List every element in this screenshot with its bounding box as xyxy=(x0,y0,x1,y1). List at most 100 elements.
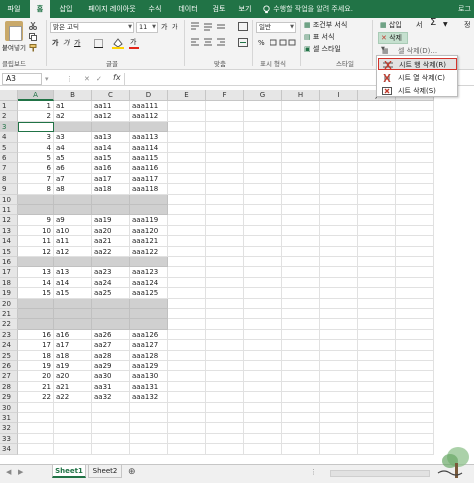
grid-cell[interactable] xyxy=(358,319,396,330)
grid-cell[interactable]: a3 xyxy=(54,132,92,143)
grid-cell[interactable]: a5 xyxy=(54,153,92,164)
grid-cell[interactable]: aaa129 xyxy=(130,361,168,372)
grid-cell[interactable] xyxy=(320,392,358,403)
grid-cell[interactable] xyxy=(396,225,434,237)
grid-cell[interactable]: aaa123 xyxy=(130,267,168,278)
grid-cell[interactable] xyxy=(244,184,282,195)
grid-cell[interactable] xyxy=(206,340,244,351)
grid-cell[interactable]: 4 xyxy=(18,142,54,153)
grid-cell[interactable] xyxy=(358,433,396,445)
grid-cell[interactable] xyxy=(244,215,282,226)
grid-cell[interactable] xyxy=(358,371,396,382)
row-header[interactable]: 9 xyxy=(0,184,18,195)
grid-cell[interactable] xyxy=(54,257,92,268)
grid-cell[interactable] xyxy=(54,309,92,320)
grid-cell[interactable] xyxy=(358,163,396,174)
grid-cell[interactable] xyxy=(282,142,320,153)
grid-cell[interactable] xyxy=(396,423,434,434)
column-header-h[interactable]: H xyxy=(282,90,320,101)
grid-cell[interactable]: aaa113 xyxy=(130,132,168,143)
grid-cell[interactable] xyxy=(320,444,358,455)
grid-cell[interactable] xyxy=(396,371,434,382)
grid-cell[interactable] xyxy=(244,298,282,309)
tab-page-layout[interactable]: 페이지 레이아웃 xyxy=(84,0,140,18)
grid-cell[interactable] xyxy=(358,277,396,289)
row-header[interactable]: 29 xyxy=(0,392,18,403)
grid-cell[interactable] xyxy=(92,402,130,413)
grid-cell[interactable] xyxy=(282,121,320,133)
grid-cell[interactable] xyxy=(282,194,320,205)
grid-cell[interactable]: a21 xyxy=(54,381,92,393)
row-header[interactable]: 30 xyxy=(0,402,18,413)
grid-cell[interactable] xyxy=(244,381,282,393)
row-header[interactable]: 23 xyxy=(0,329,18,341)
grid-cell[interactable] xyxy=(54,423,92,434)
grid-cell[interactable] xyxy=(244,142,282,153)
grid-cell[interactable]: aa11 xyxy=(92,101,130,112)
grid-cell[interactable] xyxy=(18,402,54,413)
grid-cell[interactable] xyxy=(18,205,54,216)
grid-cell[interactable]: 15 xyxy=(18,288,54,299)
grid-cell[interactable] xyxy=(168,319,206,330)
grid-cell[interactable] xyxy=(320,111,358,122)
grid-cell[interactable]: aa15 xyxy=(92,153,130,164)
grid-cell[interactable] xyxy=(92,413,130,424)
grid-cell[interactable] xyxy=(320,319,358,330)
grid-cell[interactable] xyxy=(130,205,168,216)
grid-cell[interactable] xyxy=(282,433,320,445)
grid-cell[interactable] xyxy=(168,402,206,413)
grid-cell[interactable] xyxy=(282,371,320,382)
grid-cell[interactable]: aa27 xyxy=(92,340,130,351)
grid-cell[interactable] xyxy=(396,101,434,112)
fill-color-icon[interactable] xyxy=(112,38,124,49)
grid-cell[interactable]: 11 xyxy=(18,236,54,247)
grid-cell[interactable] xyxy=(396,111,434,122)
grid-cell[interactable] xyxy=(206,298,244,309)
grid-cell[interactable]: a14 xyxy=(54,277,92,289)
grid-cell[interactable] xyxy=(320,329,358,341)
grid-cell[interactable] xyxy=(358,153,396,164)
grid-cell[interactable] xyxy=(168,184,206,195)
grid-cell[interactable]: a17 xyxy=(54,340,92,351)
grid-cell[interactable] xyxy=(54,194,92,205)
decimal-icons[interactable] xyxy=(270,39,296,47)
row-header[interactable]: 2 xyxy=(0,111,18,122)
align-top-middle-bottom-icons[interactable] xyxy=(190,22,238,31)
grid-cell[interactable]: 22 xyxy=(18,392,54,403)
grid-cell[interactable] xyxy=(396,267,434,278)
grid-cell[interactable]: aaa111 xyxy=(130,101,168,112)
grid-cell[interactable] xyxy=(206,433,244,445)
grid-cell[interactable] xyxy=(396,444,434,455)
grid-cell[interactable] xyxy=(54,402,92,413)
grid-cell[interactable] xyxy=(206,392,244,403)
grid-cell[interactable]: 21 xyxy=(18,381,54,393)
grid-cell[interactable] xyxy=(358,184,396,195)
grid-cell[interactable] xyxy=(130,257,168,268)
grid-cell[interactable] xyxy=(168,392,206,403)
grid-cell[interactable]: a13 xyxy=(54,267,92,278)
grid-cell[interactable] xyxy=(92,444,130,455)
grid-cell[interactable]: 20 xyxy=(18,371,54,382)
grid-cell[interactable] xyxy=(168,173,206,185)
grid-cell[interactable] xyxy=(320,381,358,393)
font-size-combo[interactable]: 11 ▼ xyxy=(136,22,158,33)
grid-cell[interactable] xyxy=(168,101,206,112)
grid-cell[interactable] xyxy=(396,153,434,164)
grid-cell[interactable] xyxy=(282,402,320,413)
grid-cell[interactable] xyxy=(358,444,396,455)
grid-cell[interactable] xyxy=(168,246,206,257)
grid-cell[interactable]: a7 xyxy=(54,173,92,185)
row-header[interactable]: 20 xyxy=(0,298,18,309)
grid-cell[interactable]: aa31 xyxy=(92,381,130,393)
grid-cell[interactable]: 6 xyxy=(18,163,54,174)
grid-cell[interactable] xyxy=(244,361,282,372)
grid-cell[interactable] xyxy=(320,173,358,185)
grid-cell[interactable] xyxy=(396,288,434,299)
grid-cell[interactable] xyxy=(168,277,206,289)
grid-cell[interactable]: 12 xyxy=(18,246,54,257)
grid-cell[interactable] xyxy=(396,205,434,216)
column-header-g[interactable]: G xyxy=(244,90,282,101)
grid-cell[interactable] xyxy=(168,309,206,320)
insert-cells-button[interactable]: ▦ 삽입 xyxy=(380,20,402,30)
grid-cell[interactable]: aa30 xyxy=(92,371,130,382)
